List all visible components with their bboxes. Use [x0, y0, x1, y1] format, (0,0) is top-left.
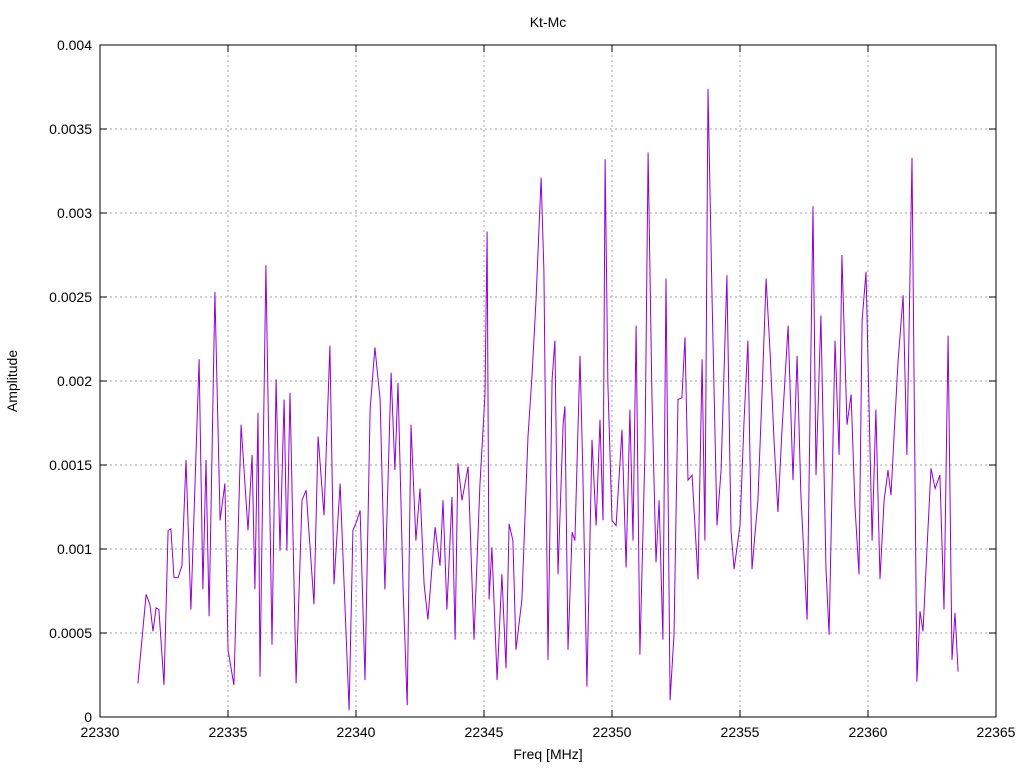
y-tick-label: 0: [84, 709, 92, 725]
x-tick-label: 22365: [977, 724, 1016, 740]
ticks: 22330 22335 22340 22345 22350 22355 22360 22365…: [49, 37, 1016, 740]
x-tick-label: 22355: [721, 724, 760, 740]
y-axis-label: Amplitude: [4, 350, 20, 412]
y-tick-label: 0.0005: [49, 625, 92, 641]
series: [137, 88, 959, 711]
y-tick-label: 0.0025: [49, 289, 92, 305]
x-axis-label: Freq [MHz]: [513, 746, 582, 762]
chart: Kt-Mc Freq [MHz] Amplitude 22330 22335 223…: [4, 14, 1016, 762]
x-tick-label: 22345: [465, 724, 504, 740]
x-tick-label: 22335: [209, 724, 248, 740]
x-tick-label: 22350: [593, 724, 632, 740]
y-tick-label: 0.0015: [49, 457, 92, 473]
series-line: [137, 88, 959, 711]
y-tick-label: 0.0035: [49, 121, 92, 137]
chart-title: Kt-Mc: [530, 14, 567, 30]
y-tick-label: 0.002: [57, 373, 92, 389]
x-tick-label: 22360: [849, 724, 888, 740]
y-tick-label: 0.001: [57, 541, 92, 557]
y-tick-label: 0.004: [57, 37, 92, 53]
x-tick-label: 22340: [337, 724, 376, 740]
y-tick-label: 0.003: [57, 205, 92, 221]
x-tick-label: 22330: [81, 724, 120, 740]
